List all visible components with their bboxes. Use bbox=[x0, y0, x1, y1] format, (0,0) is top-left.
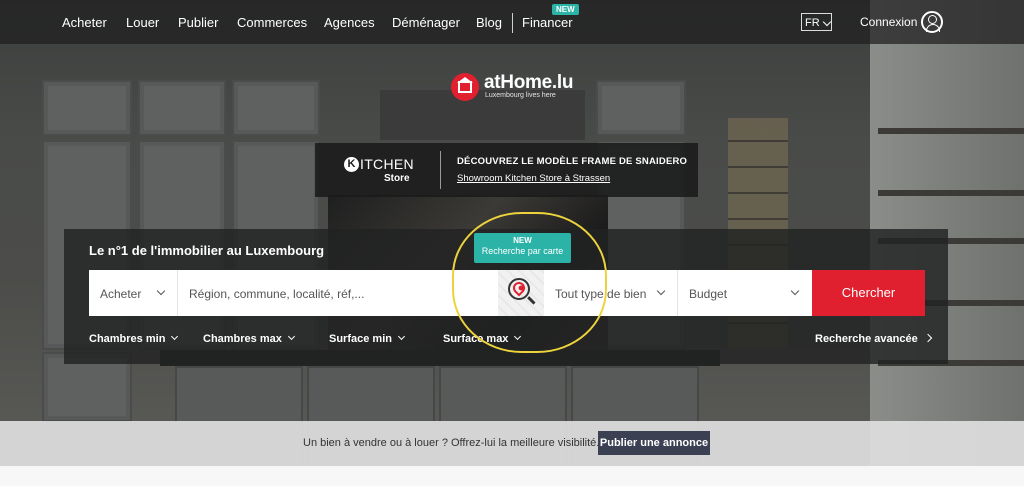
ad-divider bbox=[440, 151, 441, 189]
location-input[interactable]: Région, commune, localité, réf,... bbox=[178, 270, 498, 316]
nav-separator bbox=[512, 13, 513, 33]
nav-commerces[interactable]: Commerces bbox=[237, 15, 307, 30]
filter-label: Chambres min bbox=[89, 333, 166, 345]
advanced-search-link[interactable]: Recherche avancée bbox=[815, 333, 932, 345]
language-selector[interactable]: FR bbox=[801, 13, 832, 31]
search-bar: Acheter Région, commune, localité, réf,.… bbox=[89, 270, 812, 316]
chevron-down-icon bbox=[656, 286, 666, 296]
chevron-down-icon bbox=[397, 332, 406, 341]
nav-blog[interactable]: Blog bbox=[476, 15, 502, 30]
filter-label: Chambres max bbox=[203, 333, 282, 345]
logo-house-icon[interactable] bbox=[451, 73, 479, 101]
ad-headline: DÉCOUVREZ LE MODÈLE FRAME DE SNAIDERO bbox=[457, 156, 688, 167]
publish-listing-button[interactable]: Publier une annonce bbox=[598, 431, 710, 455]
logo-name[interactable]: atHome.lu bbox=[484, 72, 573, 94]
logo-house bbox=[458, 81, 472, 93]
filter-bedrooms-max[interactable]: Chambres max bbox=[203, 332, 295, 345]
transaction-value: Acheter bbox=[100, 287, 142, 301]
nav-demenager[interactable]: Déménager bbox=[392, 15, 460, 30]
nav-acheter[interactable]: Acheter bbox=[62, 15, 107, 30]
cabinet-door bbox=[42, 80, 132, 136]
cabinet-door bbox=[596, 80, 686, 136]
nav-louer[interactable]: Louer bbox=[126, 15, 159, 30]
page-bottom bbox=[0, 466, 1024, 486]
nav-financer[interactable]: Financer bbox=[522, 15, 573, 30]
kitchen-store-sub: Store bbox=[384, 173, 410, 184]
ad-link[interactable]: Showroom Kitchen Store à Strassen bbox=[457, 173, 610, 184]
nav-agences[interactable]: Agences bbox=[324, 15, 375, 30]
financer-new-badge: NEW bbox=[552, 4, 579, 15]
filter-bedrooms-min[interactable]: Chambres min bbox=[89, 332, 179, 345]
nav-publier[interactable]: Publier bbox=[178, 15, 218, 30]
chevron-right-icon bbox=[923, 333, 932, 343]
kitchen-store-logo: ITCHEN bbox=[360, 156, 414, 172]
ad-banner[interactable]: K ITCHEN Store DÉCOUVREZ LE MODÈLE FRAME… bbox=[315, 143, 698, 197]
budget-select[interactable]: Budget bbox=[678, 270, 812, 316]
shelf bbox=[878, 190, 1024, 196]
publish-text: Un bien à vendre ou à louer ? Offrez-lui… bbox=[303, 437, 600, 449]
chevron-down-icon bbox=[171, 332, 179, 341]
login-link[interactable]: Connexion bbox=[860, 15, 917, 29]
chevron-down-icon bbox=[822, 17, 831, 26]
budget-value: Budget bbox=[689, 287, 728, 301]
filter-surface-min[interactable]: Surface min bbox=[329, 332, 406, 345]
language-label: FR bbox=[805, 17, 820, 29]
cabinet-door bbox=[232, 80, 320, 136]
shelf bbox=[878, 128, 1024, 134]
logo-tagline: Luxembourg lives here bbox=[485, 92, 556, 99]
highlight-annotation bbox=[452, 212, 607, 353]
cabinet-door bbox=[138, 80, 226, 136]
chevron-down-icon bbox=[790, 286, 800, 296]
location-placeholder: Région, commune, localité, réf,... bbox=[189, 287, 365, 301]
chevron-down-icon bbox=[156, 286, 166, 296]
advanced-search-label: Recherche avancée bbox=[815, 333, 918, 345]
filter-label: Surface min bbox=[329, 333, 392, 345]
kitchen-store-logo-k: K bbox=[344, 157, 359, 172]
search-title: Le n°1 de l'immobilier au Luxembourg bbox=[89, 243, 325, 258]
search-button[interactable]: Chercher bbox=[812, 270, 925, 316]
user-icon[interactable] bbox=[921, 11, 943, 33]
chevron-down-icon bbox=[287, 332, 295, 341]
transaction-select[interactable]: Acheter bbox=[89, 270, 177, 316]
